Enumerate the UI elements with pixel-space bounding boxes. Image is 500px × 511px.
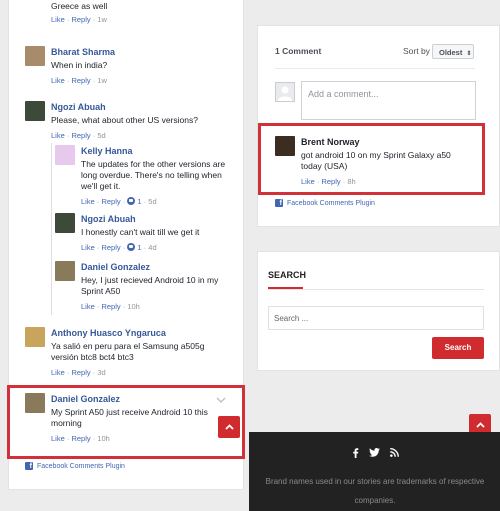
footer: Brand names used in our stories are trad… — [249, 432, 500, 511]
rss-icon[interactable] — [390, 448, 399, 457]
comment-text: Please, what about other US versions? — [51, 115, 198, 125]
comment-time: 5d — [97, 131, 106, 140]
like-link[interactable]: Like — [81, 197, 95, 206]
sort-value: Oldest — [439, 48, 463, 57]
reply-link[interactable]: Reply — [71, 15, 90, 24]
reply-link[interactable]: Reply — [101, 302, 120, 311]
commenter-name[interactable]: Daniel Gonzalez — [81, 261, 233, 273]
commenter-name[interactable]: Anthony Huasco Yngaruca — [51, 327, 231, 339]
comment-item: Anthony Huasco Yngaruca Ya salió en peru… — [25, 327, 237, 378]
facebook-icon[interactable] — [352, 448, 359, 458]
like-count[interactable]: 1 — [137, 197, 141, 206]
like-count[interactable]: 1 — [137, 243, 141, 252]
comment-text: Ya salió en peru para el Samsung a505g v… — [51, 341, 205, 362]
search-placeholder: Search ... — [274, 314, 309, 323]
like-link[interactable]: Like — [51, 131, 65, 140]
facebook-icon — [25, 462, 33, 471]
like-badge-icon — [127, 197, 136, 205]
comment-time: 1w — [97, 76, 107, 85]
plugin-label: Facebook Comments Plugin — [287, 199, 375, 207]
divider — [268, 289, 484, 290]
comment-text: I honestly can't wait till we get it — [81, 227, 200, 237]
like-link[interactable]: Like — [51, 368, 65, 377]
comment-meta: Like · Reply · 1w — [51, 15, 107, 24]
chevron-up-icon — [475, 422, 485, 428]
reply-link[interactable]: Reply — [71, 76, 90, 85]
thread-line — [51, 143, 52, 315]
search-button[interactable]: Search — [432, 337, 484, 359]
comment-input[interactable]: Add a comment... — [301, 81, 476, 120]
facebook-plugin-link[interactable]: Facebook Comments Plugin — [25, 462, 125, 471]
search-widget: SEARCH Search ... Search — [257, 251, 500, 371]
avatar[interactable] — [25, 46, 45, 66]
reply-link[interactable]: Reply — [101, 197, 120, 206]
like-link[interactable]: Like — [81, 302, 95, 311]
comment-time: 3d — [97, 368, 106, 377]
like-link[interactable]: Like — [81, 243, 95, 252]
comment-item: Ngozi Abuah Please, what about other US … — [25, 101, 237, 141]
avatar[interactable] — [55, 145, 75, 165]
footer-text: Brand names used in our stories are trad… — [265, 477, 485, 505]
avatar[interactable] — [55, 213, 75, 233]
comment-count: 1 Comment — [275, 46, 322, 56]
avatar[interactable] — [25, 101, 45, 121]
search-title: SEARCH — [268, 270, 307, 280]
comment-item: Greece as well Like · Reply · 1w — [51, 1, 107, 25]
comment-meta: Like · Reply · 1w — [51, 76, 107, 85]
sort-label: Sort by — [403, 46, 430, 56]
comment-meta: Like · Reply · 5d — [51, 131, 106, 140]
like-link[interactable]: Like — [51, 76, 65, 85]
comment-time: 10h — [127, 302, 140, 311]
reply-item: Ngozi Abuah I honestly can't wait till w… — [55, 213, 233, 253]
divider — [275, 68, 475, 69]
reply-item: Kelly Hanna The updates for the other ve… — [55, 145, 233, 207]
commenter-name[interactable]: Bharat Sharma — [51, 46, 115, 58]
twitter-icon[interactable] — [369, 448, 380, 457]
comment-meta: Like · Reply · 10h — [81, 302, 140, 311]
sort-arrows-icon: ⇕ — [466, 51, 472, 57]
scroll-top-button[interactable] — [218, 416, 240, 438]
commenter-name[interactable]: Ngozi Abuah — [51, 101, 198, 113]
chevron-up-icon — [224, 424, 234, 430]
sort-select[interactable]: Oldest ⇕ — [432, 44, 474, 59]
commenter-name[interactable]: Kelly Hanna — [81, 145, 233, 157]
search-input[interactable]: Search ... — [268, 306, 484, 330]
facebook-plugin-link[interactable]: Facebook Comments Plugin — [275, 199, 375, 208]
comment-time: 1w — [97, 15, 107, 24]
commenter-name[interactable]: Ngozi Abuah — [81, 213, 199, 225]
comment-meta: Like · Reply · 3d — [51, 368, 106, 377]
reply-item: Daniel Gonzalez Hey, I just recieved And… — [55, 261, 233, 312]
facebook-icon — [275, 199, 283, 208]
like-badge-icon — [127, 243, 136, 251]
comment-text: The updates for the other versions are l… — [81, 159, 226, 191]
comment-text: Hey, I just recieved Android 10 in my Sp… — [81, 275, 219, 296]
comment-item: Bharat Sharma When in india? Like · Repl… — [25, 46, 225, 86]
social-icons — [352, 448, 399, 458]
comment-input-placeholder: Add a comment... — [308, 89, 379, 99]
comment-text: When in india? — [51, 60, 108, 70]
comment-meta: Like · Reply · 1 · 4d — [81, 243, 157, 252]
avatar[interactable] — [25, 327, 45, 347]
avatar[interactable] — [55, 261, 75, 281]
plugin-label: Facebook Comments Plugin — [37, 462, 125, 470]
reply-link[interactable]: Reply — [101, 243, 120, 252]
reply-link[interactable]: Reply — [71, 131, 90, 140]
like-link[interactable]: Like — [51, 15, 65, 24]
highlight-box — [7, 385, 245, 459]
avatar-placeholder — [275, 82, 295, 102]
comment-text: Greece as well — [51, 1, 108, 11]
comment-meta: Like · Reply · 1 · 5d — [81, 197, 157, 206]
highlight-box — [258, 123, 485, 195]
reply-link[interactable]: Reply — [71, 368, 90, 377]
comment-time: 5d — [148, 197, 157, 206]
comment-time: 4d — [148, 243, 157, 252]
